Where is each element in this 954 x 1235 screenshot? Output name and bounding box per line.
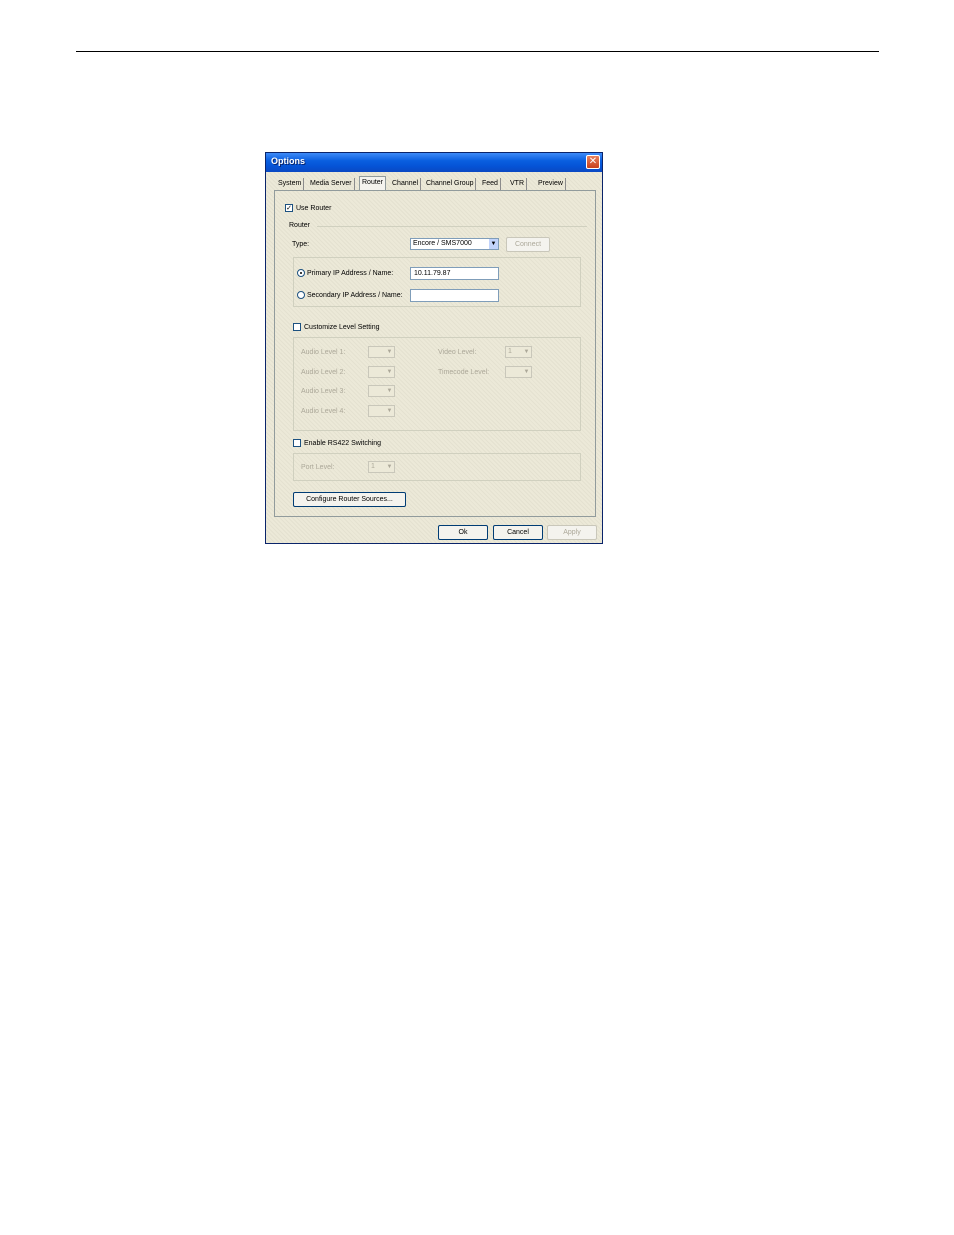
router-tab-panel: ✓ Use Router Router Type: Encore / SMS70… — [274, 190, 596, 517]
tab-vtr[interactable]: VTR — [508, 178, 527, 190]
tab-feed[interactable]: Feed — [480, 178, 501, 190]
apply-button[interactable]: Apply — [547, 525, 597, 540]
audio-level-1-select[interactable]: ▼ — [368, 346, 395, 358]
tab-system[interactable]: System — [276, 178, 305, 190]
chevron-down-icon: ▼ — [385, 406, 394, 416]
router-group-label: Router — [289, 222, 311, 229]
customize-level-label: Customize Level Setting — [304, 324, 380, 331]
chevron-down-icon: ▼ — [385, 347, 394, 357]
video-level-value: 1 — [508, 348, 512, 355]
page-header-rule — [76, 51, 879, 52]
chevron-down-icon: ▼ — [385, 462, 394, 472]
audio-level-3-label: Audio Level 3: — [301, 388, 346, 395]
use-router-label: Use Router — [296, 205, 332, 212]
audio-level-2-label: Audio Level 2: — [301, 369, 346, 376]
tab-router[interactable]: Router — [359, 176, 387, 190]
video-level-label: Video Level: — [438, 349, 477, 356]
secondary-ip-label: Secondary IP Address / Name: — [307, 292, 403, 299]
timecode-level-label: Timecode Level: — [438, 369, 490, 376]
audio-level-2-select[interactable]: ▼ — [368, 366, 395, 378]
use-router-checkbox[interactable]: ✓ — [285, 204, 293, 212]
chevron-down-icon: ▼ — [522, 367, 531, 377]
tab-channel-group[interactable]: Channel Group — [424, 178, 477, 190]
enable-rs422-checkbox[interactable] — [293, 439, 301, 447]
primary-ip-radio[interactable] — [297, 269, 305, 277]
chevron-down-icon[interactable]: ▼ — [489, 239, 498, 249]
audio-level-3-select[interactable]: ▼ — [368, 385, 395, 397]
video-level-select[interactable]: 1 ▼ — [505, 346, 532, 358]
title-bar[interactable]: Options ✕ — [266, 153, 602, 172]
connect-button[interactable]: Connect — [506, 237, 550, 252]
chevron-down-icon: ▼ — [385, 386, 394, 396]
ok-button[interactable]: Ok — [438, 525, 488, 540]
tab-media-server[interactable]: Media Server — [308, 178, 355, 190]
rs422-group — [293, 453, 581, 481]
router-group-divider — [317, 226, 587, 227]
chevron-down-icon: ▼ — [385, 367, 394, 377]
chevron-down-icon: ▼ — [522, 347, 531, 357]
router-type-select[interactable]: Encore / SMS7000 ▼ — [410, 238, 499, 250]
configure-router-sources-button[interactable]: Configure Router Sources... — [293, 492, 406, 507]
type-label: Type: — [292, 241, 310, 248]
secondary-ip-input[interactable] — [410, 289, 499, 302]
close-icon[interactable]: ✕ — [586, 155, 600, 169]
options-dialog: Options ✕ System Media Server Router Cha… — [265, 152, 603, 544]
router-type-value: Encore / SMS7000 — [413, 240, 472, 247]
audio-level-4-label: Audio Level 4: — [301, 408, 346, 415]
tab-preview[interactable]: Preview — [536, 178, 566, 190]
audio-level-4-select[interactable]: ▼ — [368, 405, 395, 417]
timecode-level-select[interactable]: ▼ — [505, 366, 532, 378]
primary-ip-label: Primary IP Address / Name: — [307, 270, 394, 277]
secondary-ip-radio[interactable] — [297, 291, 305, 299]
cancel-button[interactable]: Cancel — [493, 525, 543, 540]
tab-channel[interactable]: Channel — [390, 178, 422, 190]
port-level-select[interactable]: 1 ▼ — [368, 461, 395, 473]
audio-level-1-label: Audio Level 1: — [301, 349, 346, 356]
customize-level-checkbox[interactable] — [293, 323, 301, 331]
port-level-label: Port Level: — [301, 464, 335, 471]
enable-rs422-label: Enable RS422 Switching — [304, 440, 382, 447]
primary-ip-input[interactable]: 10.11.79.87 — [410, 267, 499, 280]
port-level-value: 1 — [371, 463, 375, 470]
dialog-title: Options — [271, 156, 305, 166]
